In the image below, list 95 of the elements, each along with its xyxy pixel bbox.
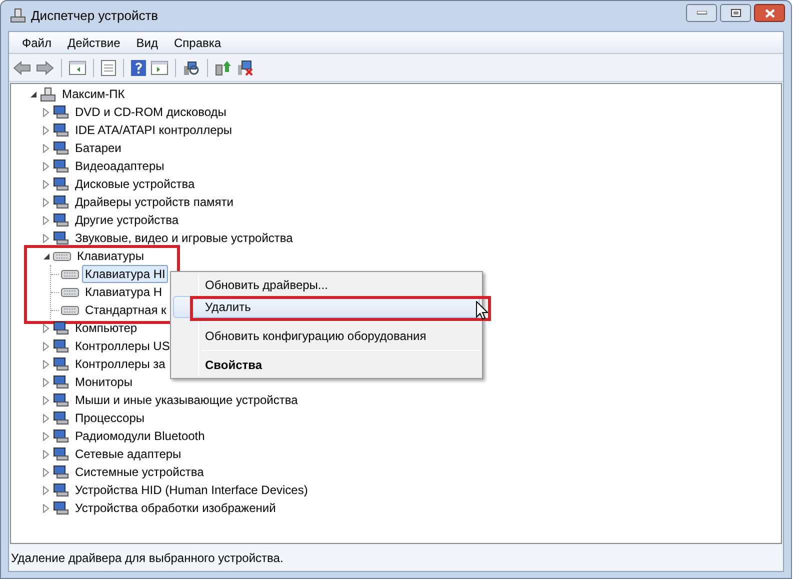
device-icon — [53, 465, 69, 479]
collapsed-arrow-icon[interactable] — [43, 504, 49, 512]
menu-item[interactable]: Обновить конфигурацию оборудования — [173, 325, 480, 347]
collapsed-arrow-icon[interactable] — [43, 486, 49, 494]
device-icon — [53, 375, 69, 389]
tree-item[interactable]: Клавиатура HI — [82, 265, 168, 283]
device-icon — [53, 123, 69, 137]
tree-item[interactable]: Дисковые устройства — [72, 175, 198, 193]
computer-icon — [9, 8, 27, 24]
collapsed-arrow-icon[interactable] — [43, 108, 49, 116]
keyboard-icon — [61, 270, 79, 278]
tree-item[interactable]: Радиомодули Bluetooth — [72, 427, 208, 445]
menu-item[interactable]: Действие — [60, 34, 128, 52]
minimize-icon — [696, 11, 706, 15]
collapsed-arrow-icon[interactable] — [43, 198, 49, 206]
keyboard-icon — [53, 252, 71, 260]
collapsed-arrow-icon[interactable] — [43, 162, 49, 170]
tree-item[interactable]: Устройства HID (Human Interface Devices) — [72, 481, 311, 499]
update-driver-icon[interactable] — [215, 60, 232, 76]
uninstall-icon[interactable] — [237, 60, 254, 76]
action-pane-icon[interactable] — [151, 60, 168, 74]
collapsed-arrow-icon[interactable] — [43, 144, 49, 152]
window-title: Диспетчер устройств — [31, 7, 158, 26]
help-icon[interactable] — [131, 60, 146, 76]
keyboard-icon — [61, 288, 79, 296]
tree-item[interactable]: Контроллеры за — [72, 355, 168, 373]
device-icon — [53, 339, 69, 353]
properties-icon[interactable] — [101, 60, 116, 76]
maximize-icon — [730, 9, 740, 17]
collapsed-arrow-icon[interactable] — [43, 342, 49, 350]
tree-item[interactable]: Контроллеры US — [72, 337, 173, 355]
expanded-arrow-icon[interactable] — [42, 252, 50, 260]
device-icon — [53, 393, 69, 407]
back-arrow-icon[interactable] — [13, 60, 31, 74]
mouse-pointer-icon — [476, 301, 488, 320]
tree-item[interactable]: Мониторы — [72, 373, 136, 391]
collapsed-arrow-icon[interactable] — [43, 216, 49, 224]
scan-hardware-icon[interactable] — [183, 60, 200, 76]
tree-item[interactable]: Стандартная к — [82, 301, 170, 319]
menu-item[interactable]: Вид — [129, 34, 165, 52]
collapsed-arrow-icon[interactable] — [43, 432, 49, 440]
device-icon — [53, 501, 69, 515]
menu-item[interactable]: Файл — [15, 34, 59, 52]
device-icon — [53, 411, 69, 425]
collapsed-arrow-icon[interactable] — [43, 378, 49, 386]
maximize-button[interactable] — [720, 4, 751, 22]
expanded-arrow-icon[interactable] — [30, 90, 36, 98]
forward-arrow-icon[interactable] — [36, 60, 54, 74]
tree-item[interactable]: DVD и CD-ROM дисководы — [72, 103, 230, 121]
tree-item[interactable]: Батареи — [72, 139, 124, 157]
close-icon — [764, 8, 774, 18]
console-tree-icon[interactable] — [69, 60, 86, 74]
tree-item[interactable]: Системные устройства — [72, 463, 207, 481]
tree-item[interactable]: Драйверы устройств памяти — [72, 193, 236, 211]
collapsed-arrow-icon[interactable] — [43, 450, 49, 458]
collapsed-arrow-icon[interactable] — [43, 468, 49, 476]
tree-item[interactable]: Другие устройства — [72, 211, 182, 229]
device-icon — [53, 105, 69, 119]
device-icon — [53, 357, 69, 371]
collapsed-arrow-icon[interactable] — [43, 396, 49, 404]
menu-item[interactable]: Справка — [167, 34, 228, 52]
collapsed-arrow-icon[interactable] — [43, 324, 49, 332]
computer-icon — [40, 86, 56, 102]
device-icon — [53, 429, 69, 443]
menu-item[interactable]: Свойства — [173, 354, 480, 376]
tree-item[interactable]: Устройства обработки изображений — [72, 499, 279, 517]
device-icon — [53, 213, 69, 227]
collapsed-arrow-icon[interactable] — [43, 360, 49, 368]
device-icon — [53, 231, 69, 245]
close-button[interactable] — [754, 4, 785, 22]
device-icon — [53, 159, 69, 173]
collapsed-arrow-icon[interactable] — [43, 180, 49, 188]
collapsed-arrow-icon[interactable] — [43, 126, 49, 134]
device-icon — [53, 141, 69, 155]
tree-item[interactable]: Клавиатура H — [82, 283, 165, 301]
device-icon — [53, 195, 69, 209]
tree-item[interactable]: Максим-ПК — [59, 85, 128, 103]
tree-item[interactable]: Процессоры — [72, 409, 148, 427]
collapsed-arrow-icon[interactable] — [43, 414, 49, 422]
status-text: Удаление драйвера для выбранного устройства. — [11, 550, 284, 567]
minimize-button[interactable] — [686, 4, 717, 22]
tree-item[interactable]: Клавиатуры — [74, 247, 147, 265]
menu-item[interactable]: Обновить драйверы... — [173, 274, 480, 296]
keyboard-icon — [61, 306, 79, 314]
device-icon — [53, 447, 69, 461]
tree-item[interactable]: Сетевые адаптеры — [72, 445, 184, 463]
tree-item[interactable]: Видеоадаптеры — [72, 157, 168, 175]
tree-item[interactable]: Компьютер — [72, 319, 140, 337]
tree-item[interactable]: IDE ATA/ATAPI контроллеры — [72, 121, 236, 139]
tree-item[interactable]: Мыши и иные указывающие устройства — [72, 391, 301, 409]
device-icon — [53, 177, 69, 191]
tree-item[interactable]: Звуковые, видео и игровые устройства — [72, 229, 296, 247]
device-icon — [53, 321, 69, 335]
device-icon — [53, 483, 69, 497]
collapsed-arrow-icon[interactable] — [43, 234, 49, 242]
